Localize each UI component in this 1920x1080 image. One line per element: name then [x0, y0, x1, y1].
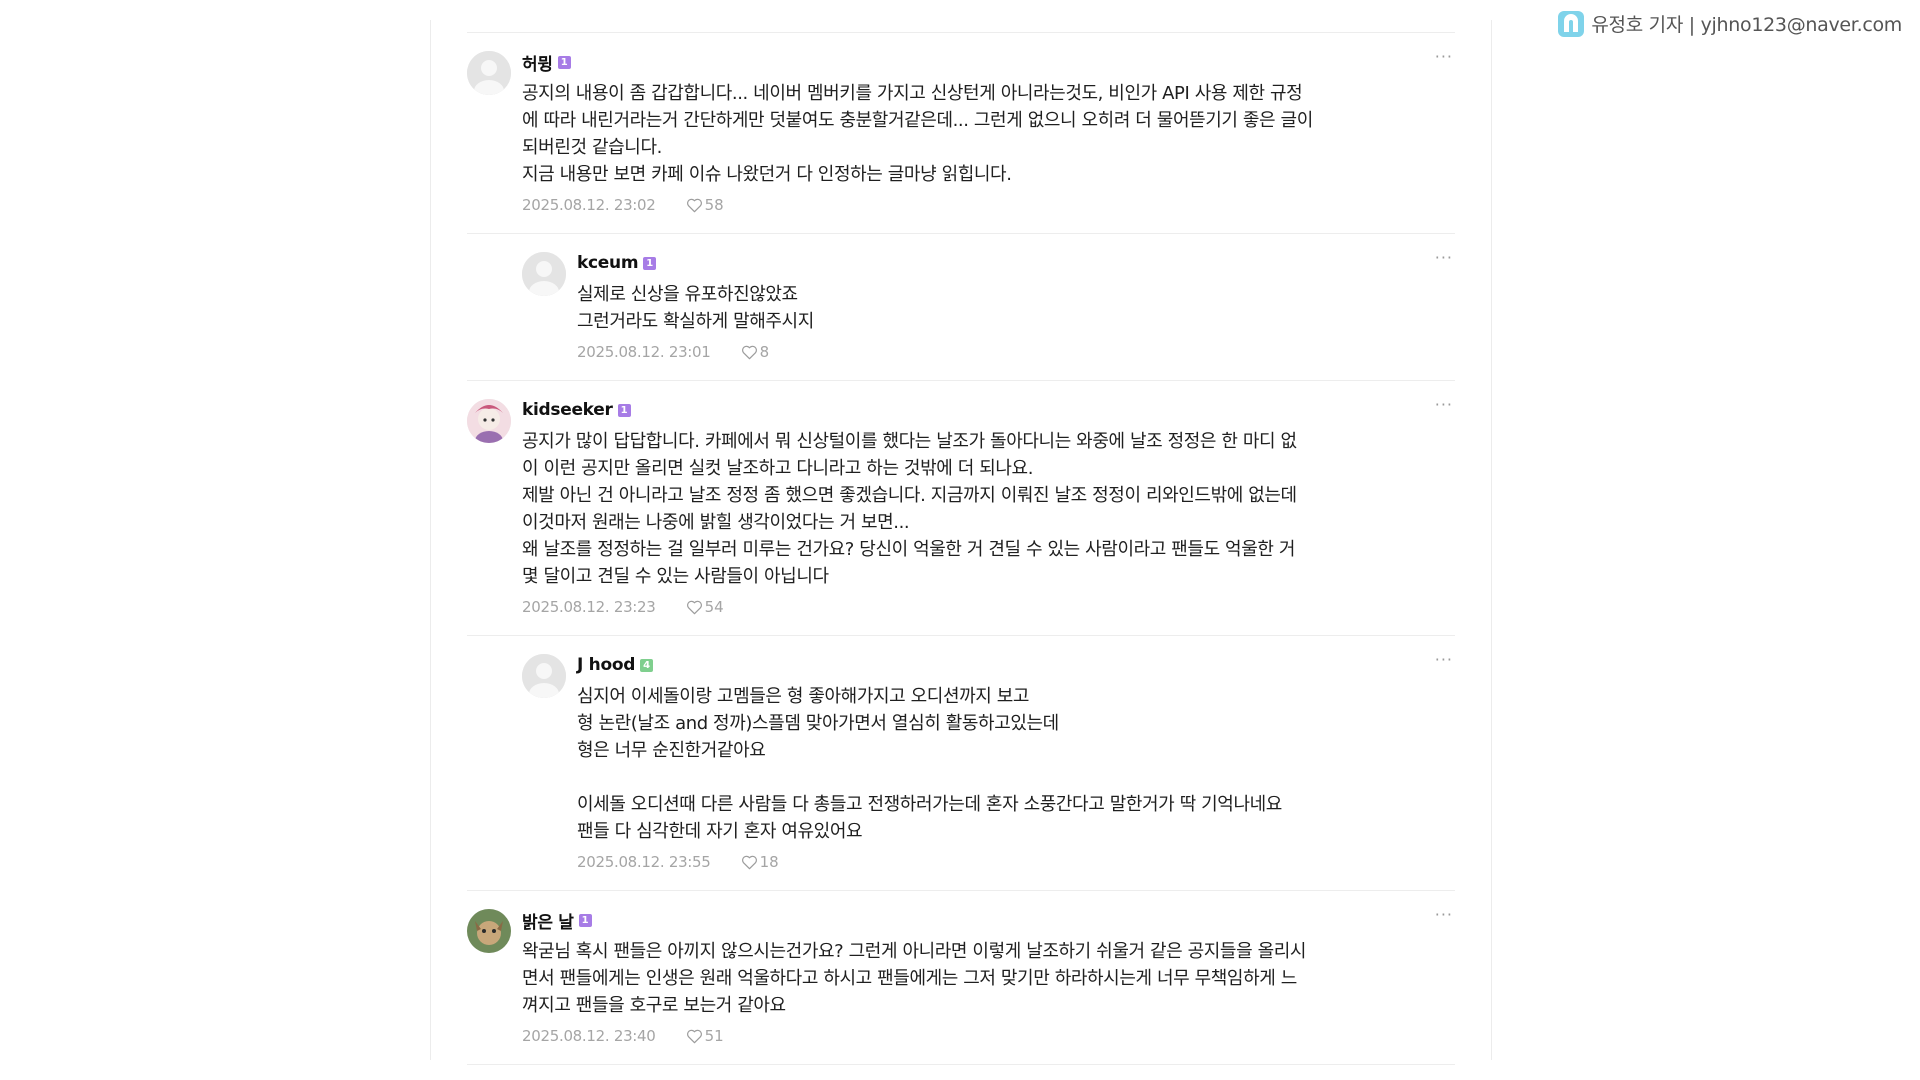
comment-nickname[interactable]: 허뮝	[522, 50, 553, 75]
more-options-button[interactable]: ···	[1435, 905, 1453, 924]
comment-text: 심지어 이세돌이랑 고멤들은 형 좋아해가지고 오디션까지 보고 형 논란(날조…	[577, 686, 1282, 842]
comment-item: 허뮝 1 ··· 공지의 내용이 좀 갑갑합니다... 네이버 멤버키를 가지고…	[467, 32, 1455, 233]
comment-nickname[interactable]: kceum	[577, 253, 639, 273]
avatar[interactable]	[467, 909, 511, 953]
comment-nickname[interactable]: 밝은 날	[522, 908, 574, 933]
heart-icon	[686, 600, 702, 615]
member-level-badge: 1	[617, 403, 631, 417]
more-options-button[interactable]: ···	[1435, 47, 1453, 66]
heart-icon	[686, 198, 702, 213]
like-button[interactable]: 58	[686, 196, 724, 214]
avatar[interactable]	[467, 51, 511, 95]
comment-date: 2025.08.12. 23:01	[577, 343, 711, 361]
comment-list: 허뮝 1 ··· 공지의 내용이 좀 갑갑합니다... 네이버 멤버키를 가지고…	[467, 32, 1455, 1065]
reply-item: J hood 4 ··· 심지어 이세돌이랑 고멤들은 형 좋아해가지고 오디션…	[467, 635, 1455, 890]
member-level-badge: 4	[640, 658, 654, 672]
like-button[interactable]: 8	[741, 343, 770, 361]
more-options-button[interactable]: ···	[1435, 650, 1453, 669]
like-button[interactable]: 54	[686, 598, 724, 616]
watermark-text: 유정호 기자 | yjhno123@naver.com	[1591, 14, 1902, 36]
comment-text: 왁굳님 혹시 팬들은 아끼지 않으시는건가요? 그런게 아니라면 이렇게 날조하…	[522, 941, 1307, 1016]
like-count: 18	[759, 853, 779, 871]
like-count: 8	[759, 343, 770, 361]
heart-icon	[741, 345, 757, 360]
member-level-badge: 1	[643, 256, 657, 270]
comment-item: 밝은 날 1 ··· 왁굳님 혹시 팬들은 아끼지 않으시는건가요? 그런게 아…	[467, 890, 1455, 1064]
avatar[interactable]	[467, 399, 511, 443]
comment-date: 2025.08.12. 23:23	[522, 598, 656, 616]
member-level-badge: 1	[557, 55, 571, 69]
like-count: 58	[704, 196, 724, 214]
comment-date: 2025.08.12. 23:02	[522, 196, 656, 214]
comment-date: 2025.08.12. 23:55	[577, 853, 711, 871]
heart-icon	[741, 855, 757, 870]
reply-item: kceum 1 ··· 실제로 신상을 유포하진않았죠 그런거라도 확실하게 말…	[467, 233, 1455, 380]
comment-nickname[interactable]: kidseeker	[522, 400, 613, 420]
comment-text: 공지가 많이 답답합니다. 카페에서 뭐 신상털이를 했다는 날조가 돌아다니는…	[522, 431, 1297, 587]
news-logo-icon	[1558, 10, 1585, 37]
avatar[interactable]	[522, 654, 566, 698]
avatar[interactable]	[522, 252, 566, 296]
like-count: 54	[704, 598, 724, 616]
like-count: 51	[704, 1027, 724, 1045]
comment-text: 공지의 내용이 좀 갑갑합니다... 네이버 멤버키를 가지고 신상턴게 아니라…	[522, 83, 1313, 185]
comment-item: kidseeker 1 ··· 공지가 많이 답답합니다. 카페에서 뭐 신상털…	[467, 380, 1455, 635]
more-options-button[interactable]: ···	[1435, 248, 1453, 267]
like-button[interactable]: 18	[741, 853, 779, 871]
more-options-button[interactable]: ···	[1435, 395, 1453, 414]
list-divider	[467, 1064, 1455, 1065]
comment-panel: 허뮝 1 ··· 공지의 내용이 좀 갑갑합니다... 네이버 멤버키를 가지고…	[430, 20, 1492, 1065]
reporter-watermark: 유정호 기자 | yjhno123@naver.com	[1558, 10, 1902, 37]
heart-icon	[686, 1029, 702, 1044]
comment-text: 실제로 신상을 유포하진않았죠 그런거라도 확실하게 말해주시지	[577, 284, 814, 332]
comment-date: 2025.08.12. 23:40	[522, 1027, 656, 1045]
like-button[interactable]: 51	[686, 1027, 724, 1045]
member-level-badge: 1	[578, 913, 592, 927]
comment-nickname[interactable]: J hood	[577, 655, 635, 675]
